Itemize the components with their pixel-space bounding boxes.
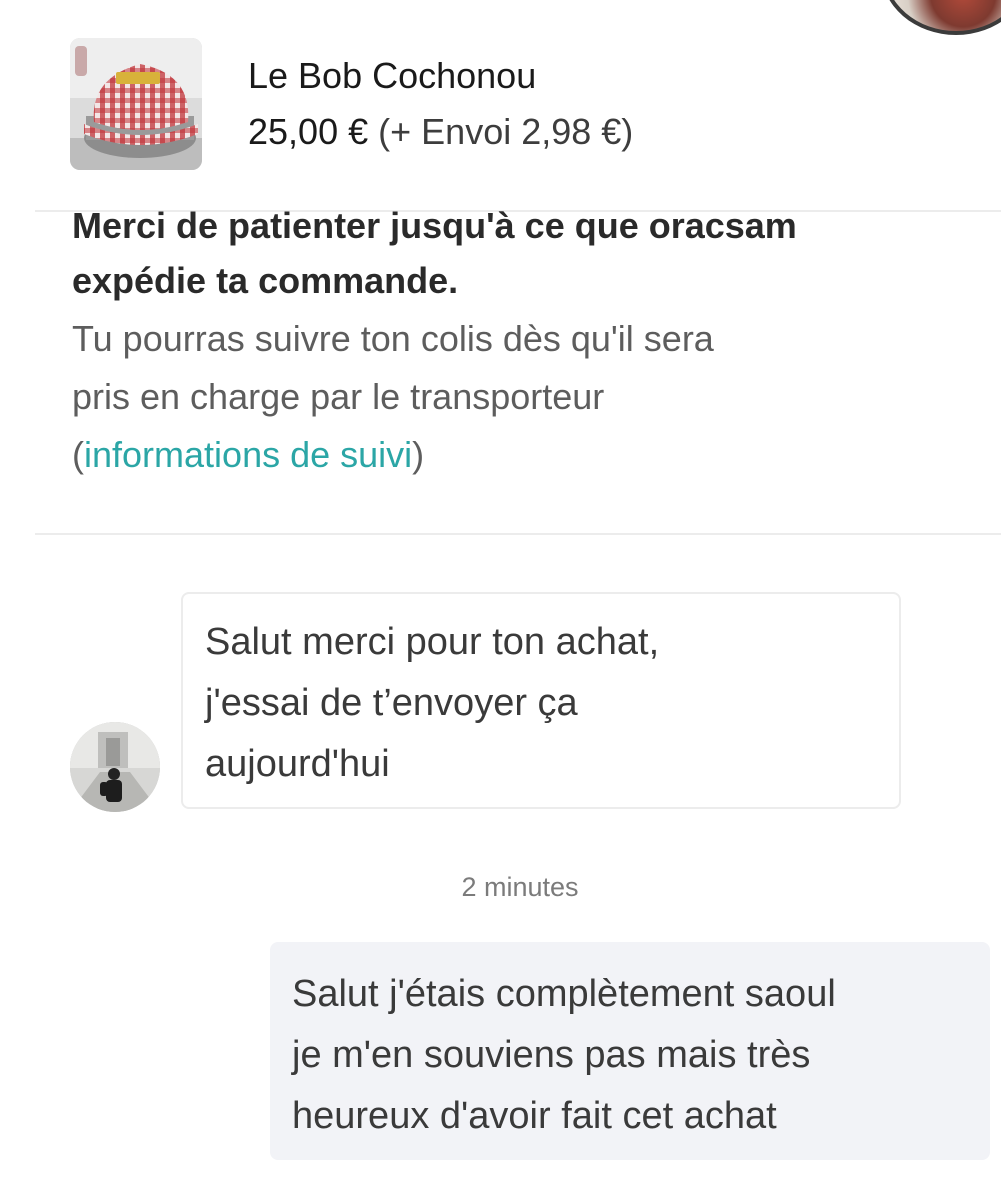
message-line: j'essai de t’envoyer ça	[205, 682, 578, 724]
seller-avatar[interactable]	[70, 722, 160, 812]
tracking-info-link[interactable]: informations de suivi	[84, 434, 412, 475]
bucket-hat-photo-icon	[70, 38, 202, 170]
status-heading: Merci de patienter jusqu'à ce que oracsa…	[72, 204, 972, 310]
message-line: Salut merci pour ton achat,	[205, 621, 660, 663]
item-price: 25,00 € (+ Envoi 2,98 €)	[248, 112, 633, 152]
status-heading-line: Merci de patienter jusqu'à ce que oracsa…	[72, 205, 797, 246]
status-info-line: Tu pourras suivre ton colis dès qu'il se…	[72, 318, 714, 359]
order-status-message: Merci de patienter jusqu'à ce que oracsa…	[72, 204, 972, 484]
message-line: heureux d'avoir fait cet achat	[292, 1095, 777, 1137]
outgoing-message-bubble: Salut j'étais complètement saoul je m'en…	[270, 942, 990, 1160]
status-heading-line: expédie ta commande.	[72, 260, 459, 301]
price-amount: 25,00 €	[248, 111, 369, 152]
message-line: Salut j'étais complètement saoul	[292, 973, 836, 1015]
incoming-message-bubble: Salut merci pour ton achat, j'essai de t…	[181, 592, 901, 809]
item-header[interactable]: Le Bob Cochonou 25,00 € (+ Envoi 2,98 €)	[70, 38, 930, 170]
item-thumbnail[interactable]	[70, 38, 202, 170]
message-line: aujourd'hui	[205, 743, 390, 785]
shipping-cost: (+ Envoi 2,98 €)	[378, 111, 634, 152]
paren-close: )	[412, 434, 425, 475]
message-line: je m'en souviens pas mais très	[292, 1034, 811, 1076]
profile-avatar[interactable]	[881, 0, 1001, 35]
status-info-line: pris en charge par le transporteur	[72, 376, 605, 417]
paren-open: (	[72, 434, 84, 475]
item-title[interactable]: Le Bob Cochonou	[248, 56, 536, 96]
message-timestamp: 2 minutes	[461, 872, 579, 902]
status-info: Tu pourras suivre ton colis dès qu'il se…	[72, 310, 972, 484]
tracking-info-row: (informations de suivi)	[72, 426, 972, 484]
seller-avatar-photo-icon	[70, 722, 160, 812]
divider	[35, 533, 1001, 535]
